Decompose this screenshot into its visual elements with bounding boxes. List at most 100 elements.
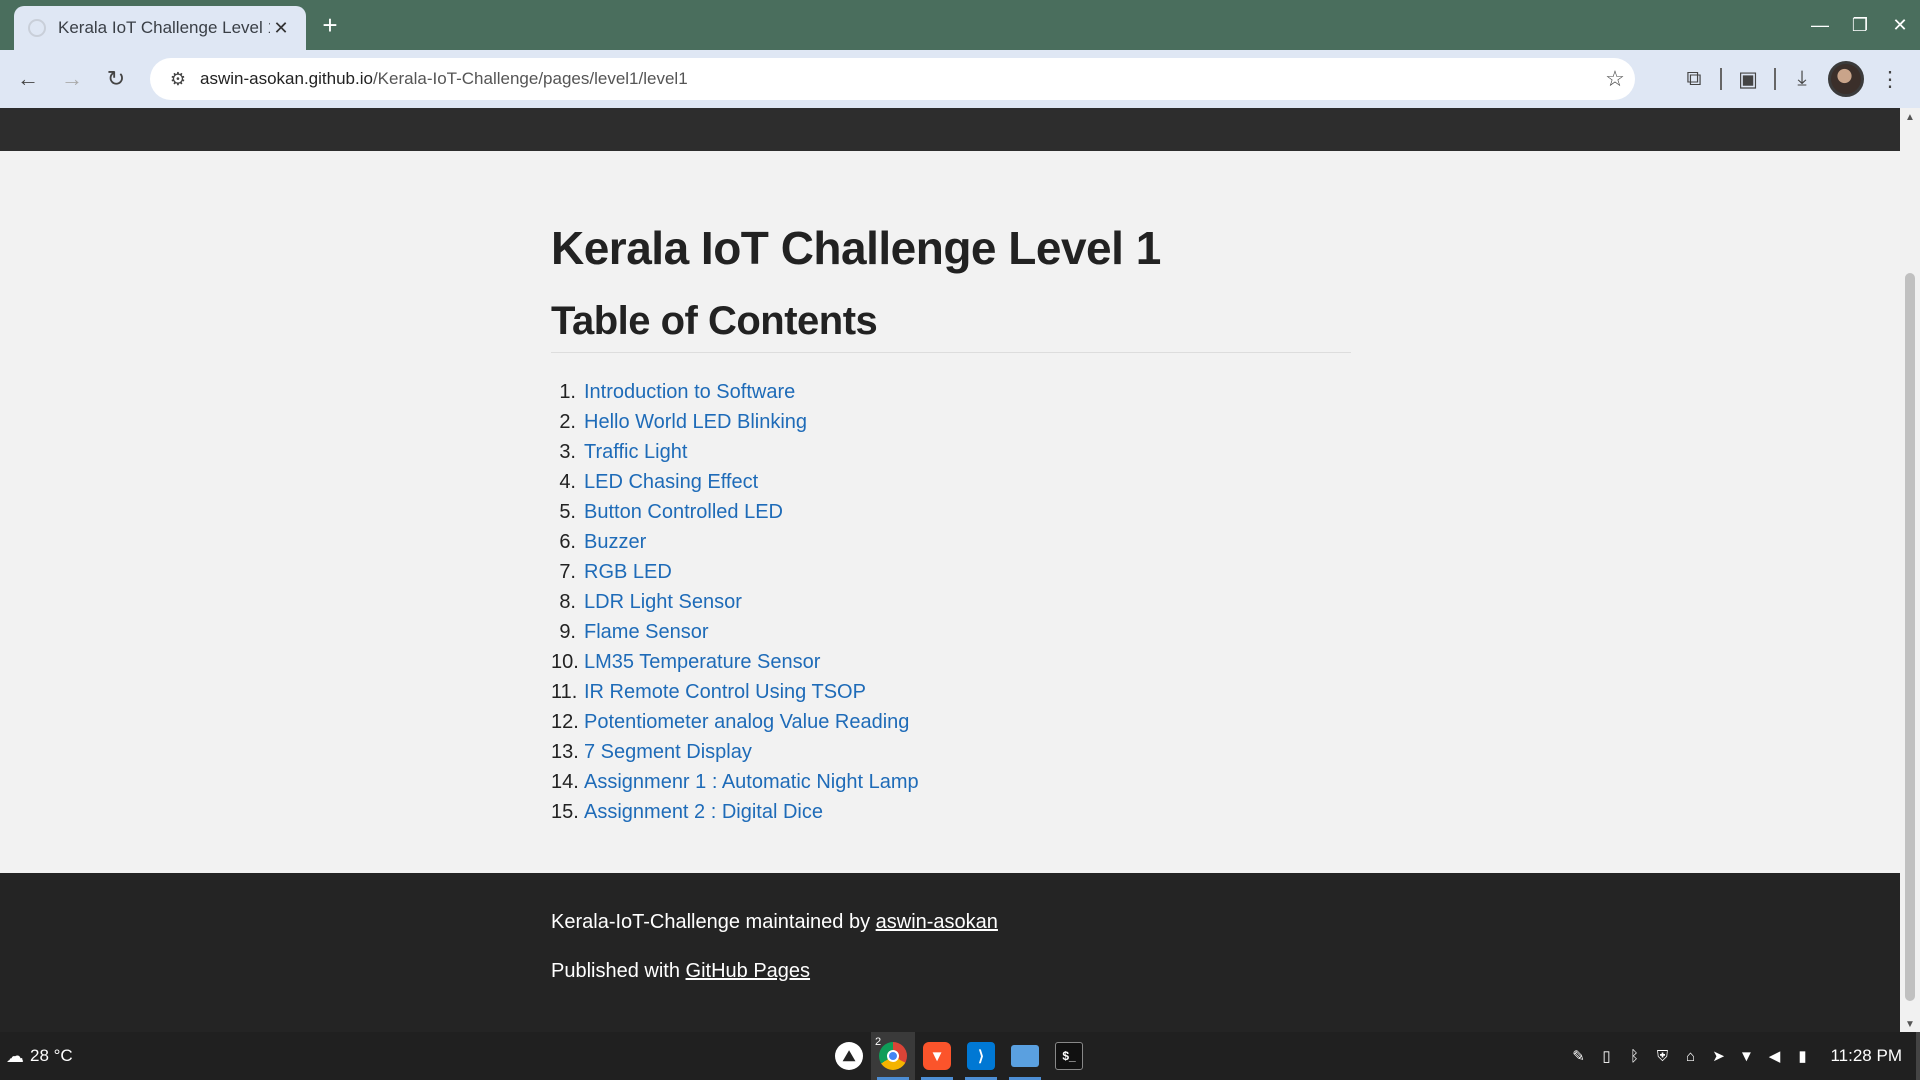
toc-item-number: 3. [559,440,576,463]
maintained-prefix: Kerala-IoT-Challenge maintained by [551,911,876,933]
toc-item-number: 1. [559,380,576,403]
tab-title: Kerala IoT Challenge Level 1 [58,18,270,37]
profile-avatar[interactable] [1828,61,1864,97]
brave-app[interactable]: ▼ [915,1032,959,1080]
new-tab-button[interactable]: + [318,10,342,40]
launcher-icon: ⛰ [835,1042,863,1070]
battery-icon[interactable]: ▮ [1788,1047,1816,1065]
url-path: /Kerala-IoT-Challenge/pages/level1/level… [372,69,688,88]
published-with-line: Published with GitHub Pages [551,960,998,1009]
site-footer: Kerala-IoT-Challenge maintained by aswin… [0,873,1900,1032]
toc-item-link[interactable]: LDR Light Sensor [584,591,742,614]
extensions-icon[interactable]: ⧉ [1674,67,1714,91]
close-window-icon[interactable]: ✕ [1880,0,1920,50]
toc-item-link[interactable]: IR Remote Control Using TSOP [584,681,866,704]
toolbar-divider [1774,68,1776,90]
shield-icon[interactable]: ⛨ [1648,1048,1676,1065]
url-text[interactable]: aswin-asokan.github.io/Kerala-IoT-Challe… [200,69,1595,89]
toc-item: 13. 7 Segment Display [551,737,1351,767]
system-tray: ✎ ▯ ᛒ ⛨ ⌂ ➤ ▼ ◀ ▮ 11:28 PM [1564,1032,1920,1080]
toc-item: 10. LM35 Temperature Sensor [551,647,1351,677]
telegram-icon[interactable]: ➤ [1704,1047,1732,1065]
maintainer-link[interactable]: aswin-asokan [876,911,998,933]
forward-icon[interactable]: → [56,63,88,95]
site-info-icon[interactable]: ⚙ [156,69,200,90]
taskbar: ☁ 28 °C ⛰ 2 ▼ ⟩ $_ ✎ ▯ ᛒ ⛨ ⌂ ➤ ▼ ◀ ▮ 11:… [0,1032,1920,1080]
chrome-window-count: 2 [875,1036,882,1048]
toc-item-link[interactable]: LED Chasing Effect [584,471,758,494]
minimize-icon[interactable]: — [1800,0,1840,50]
toc-item-number: 10. [551,650,579,673]
toc-item-link[interactable]: Traffic Light [584,441,687,464]
toc-item-number: 5. [559,500,576,523]
maintained-by-line: Kerala-IoT-Challenge maintained by aswin… [551,911,998,960]
toc-item: 7. RGB LED [551,557,1351,587]
toc-item: 3. Traffic Light [551,437,1351,467]
back-icon[interactable]: ← [12,63,44,95]
scroll-up-arrow-icon[interactable]: ▲ [1900,112,1920,123]
files-app[interactable] [1003,1032,1047,1080]
page-scrollbar[interactable]: ▲ ▼ [1900,108,1920,1032]
volume-icon[interactable]: ◀ [1760,1047,1788,1065]
toc-item-link[interactable]: Assignment 2 : Digital Dice [584,801,823,824]
toc-item-number: 9. [559,620,576,643]
taskbar-apps: ⛰ 2 ▼ ⟩ $_ [827,1032,1091,1080]
reload-icon[interactable]: ↻ [100,63,132,95]
vscode-icon: ⟩ [967,1042,995,1070]
chrome-icon [879,1042,907,1070]
show-desktop-button[interactable] [1916,1032,1920,1080]
bookmark-star-icon[interactable]: ☆ [1595,66,1635,92]
toc-item-link[interactable]: Introduction to Software [584,381,795,404]
scroll-down-arrow-icon[interactable]: ▼ [1900,1019,1920,1030]
network-share-icon[interactable]: ⌂ [1676,1048,1704,1065]
toc-item-link[interactable]: Hello World LED Blinking [584,411,807,434]
toc-item-link[interactable]: Assignmenr 1 : Automatic Night Lamp [584,771,919,794]
toc-item-link[interactable]: Flame Sensor [584,621,709,644]
toolbar-divider [1720,68,1722,90]
folder-icon [1011,1045,1039,1067]
bluetooth-icon[interactable]: ᛒ [1620,1048,1648,1065]
toc-item: 9. Flame Sensor [551,617,1351,647]
restore-icon[interactable]: ❐ [1840,0,1880,50]
toc-item-link[interactable]: Buzzer [584,531,646,554]
chrome-app[interactable]: 2 [871,1032,915,1080]
address-bar[interactable]: ⚙ aswin-asokan.github.io/Kerala-IoT-Chal… [150,58,1635,100]
weather-widget[interactable]: ☁ 28 °C [6,1032,73,1080]
download-icon[interactable]: ⤓ [1782,67,1822,91]
toc-item-link[interactable]: 7 Segment Display [584,741,752,764]
url-host: aswin-asokan.github.io [200,69,373,88]
toc-item-number: 2. [559,410,576,433]
toc-item-number: 4. [559,470,576,493]
weather-temp: 28 °C [30,1046,73,1065]
toc-item-link[interactable]: LM35 Temperature Sensor [584,651,820,674]
clipboard-icon[interactable]: ▯ [1592,1047,1620,1065]
toc-item: 14. Assignmenr 1 : Automatic Night Lamp [551,767,1351,797]
toc-item: 12. Potentiometer analog Value Reading [551,707,1351,737]
toc-item-link[interactable]: RGB LED [584,561,672,584]
toc-item: 4. LED Chasing Effect [551,467,1351,497]
toc-item: 11. IR Remote Control Using TSOP [551,677,1351,707]
browser-toolbar: ← → ↻ ⚙ aswin-asokan.github.io/Kerala-Io… [0,50,1920,108]
tab-favicon-icon [28,19,46,37]
toc-item-number: 14. [551,770,579,793]
toc-item: 1. Introduction to Software [551,377,1351,407]
terminal-app[interactable]: $_ [1047,1032,1091,1080]
wifi-icon[interactable]: ▼ [1732,1048,1760,1065]
scroll-thumb[interactable] [1905,273,1915,1001]
github-pages-link[interactable]: GitHub Pages [686,960,811,982]
toc-item-number: 8. [559,590,576,613]
menu-kebab-icon[interactable]: ⋮ [1870,67,1910,92]
toc-item-link[interactable]: Potentiometer analog Value Reading [584,711,909,734]
vscode-app[interactable]: ⟩ [959,1032,1003,1080]
launcher-app[interactable]: ⛰ [827,1032,871,1080]
browser-tab[interactable]: Kerala IoT Challenge Level 1 ✕ [14,6,306,50]
pen-icon[interactable]: ✎ [1564,1047,1592,1065]
published-prefix: Published with [551,960,686,982]
toc-item-link[interactable]: Button Controlled LED [584,501,783,524]
tab-strip: Kerala IoT Challenge Level 1 ✕ + — ❐ ✕ [0,0,1920,50]
clock[interactable]: 11:28 PM [1830,1046,1902,1066]
cast-search-icon[interactable]: ▣ [1728,67,1768,92]
close-tab-icon[interactable]: ✕ [270,18,292,39]
toc-item-number: 7. [559,560,576,583]
page-title: Kerala IoT Challenge Level 1 [551,222,1161,274]
